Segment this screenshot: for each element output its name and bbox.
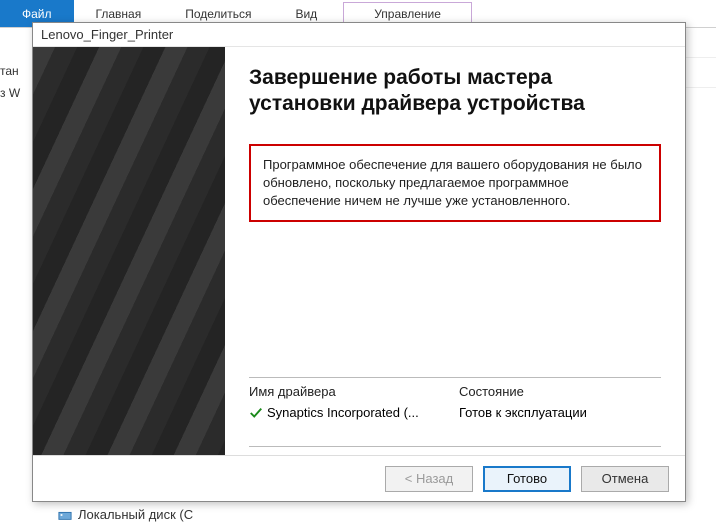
wizard-title: Lenovo_Finger_Printer — [33, 23, 685, 47]
wizard-button-bar: < Назад Готово Отмена — [33, 455, 685, 501]
table-row: Synaptics Incorporated (... Готов к эксп… — [249, 405, 661, 420]
table-header-driver: Имя драйвера — [249, 384, 459, 399]
driver-status: Готов к эксплуатации — [459, 405, 661, 420]
explorer-sidebar-fragment: тан з W — [0, 60, 28, 104]
explorer-item-fragment: Локальный диск (C — [58, 507, 193, 522]
driver-status-table: Имя драйвера Состояние Synaptics Incorpo… — [249, 377, 661, 447]
driver-name: Synaptics Incorporated (... — [267, 405, 419, 420]
wizard-sidebar-graphic — [33, 47, 225, 455]
cancel-button[interactable]: Отмена — [581, 466, 669, 492]
wizard-heading: Завершение работы мастера установки драй… — [249, 65, 661, 118]
table-header-status: Состояние — [459, 384, 661, 399]
wizard-main: Завершение работы мастера установки драй… — [225, 47, 685, 455]
wizard-warning-message: Программное обеспечение для вашего обору… — [249, 144, 661, 223]
check-icon — [249, 406, 263, 420]
driver-install-wizard: Lenovo_Finger_Printer Завершение работы … — [32, 22, 686, 502]
back-button: < Назад — [385, 466, 473, 492]
finish-button[interactable]: Готово — [483, 466, 571, 492]
drive-icon — [58, 508, 72, 522]
